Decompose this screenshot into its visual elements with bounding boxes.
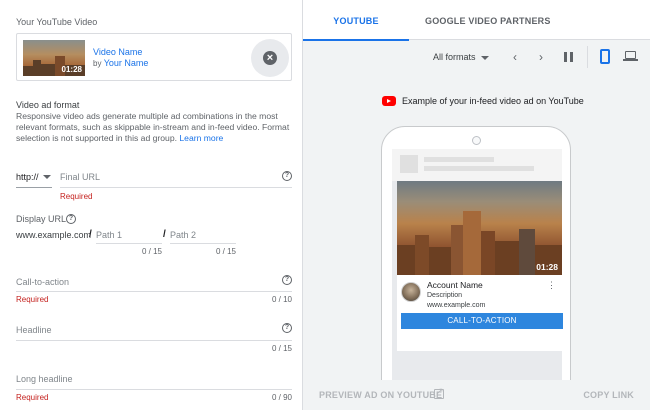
preview-caption: Example of your in-feed video ad on YouT… [402, 96, 584, 106]
next-button[interactable]: › [534, 50, 548, 64]
tab-google-video-partners[interactable]: GOOGLE VIDEO PARTNERS [425, 0, 551, 40]
chevron-down-icon [480, 55, 489, 60]
ad-form-panel: Your YouTube Video 01:28 Video Name by Y… [0, 0, 302, 410]
video-channel: by Your Name [93, 58, 148, 68]
placeholder-line [424, 166, 534, 171]
preview-duration: 01:28 [536, 262, 558, 272]
placeholder-thumb [400, 155, 418, 173]
format-select-value: All formats [433, 52, 476, 62]
account-url: www.example.com [427, 302, 486, 309]
video-name-link[interactable]: Video Name [93, 47, 142, 57]
avatar [401, 282, 421, 302]
long-headline-underline [16, 389, 292, 390]
phone-camera [472, 136, 481, 145]
video-by-prefix: by [93, 59, 102, 68]
open-in-new-icon [434, 386, 444, 399]
channel-name-link[interactable]: Your Name [104, 58, 149, 68]
ad-info: Account Name Description www.example.com… [397, 275, 563, 351]
account-name: Account Name [427, 280, 483, 290]
account-description: Description [427, 292, 463, 299]
selected-video-card: 01:28 Video Name by Your Name × [16, 33, 292, 81]
call-to-action-counter: 0 / 10 [271, 295, 292, 304]
display-url-domain: www.example.com [16, 230, 92, 240]
mobile-device-icon[interactable] [600, 49, 610, 64]
protocol-value: http:// [16, 172, 39, 182]
long-headline-counter: 0 / 90 [271, 393, 292, 402]
video-ad-format-description: Responsive video ads generate multiple a… [16, 111, 298, 144]
path2-underline [170, 243, 236, 244]
video-ad-format-title: Video ad format [16, 100, 80, 110]
youtube-logo-icon [382, 96, 396, 106]
headline-underline [16, 340, 292, 341]
pause-icon[interactable] [564, 52, 573, 62]
chevron-down-icon [43, 175, 51, 179]
placeholder-line [424, 157, 494, 162]
tab-youtube-label: YOUTUBE [333, 16, 379, 26]
thumbnail-duration: 01:28 [61, 65, 82, 74]
path-separator: / [163, 229, 166, 240]
preview-video[interactable]: 01:28 [397, 181, 562, 275]
tab-youtube[interactable]: YOUTUBE [303, 0, 409, 41]
preview-on-youtube-link[interactable]: PREVIEW AD ON YOUTUBE [319, 390, 442, 400]
learn-more-link[interactable]: Learn more [179, 133, 223, 143]
long-headline-input[interactable]: Long headline [16, 374, 73, 384]
long-headline-required: Required [16, 393, 49, 402]
protocol-underline [16, 187, 52, 188]
previous-button[interactable]: ‹ [508, 50, 522, 64]
help-icon[interactable]: ? [282, 323, 292, 333]
phone-mockup: 01:28 Account Name Description www.examp… [381, 126, 571, 410]
remove-video-button[interactable]: × [251, 39, 289, 77]
toolbar-separator [587, 46, 588, 68]
path-separator: / [89, 229, 92, 240]
format-description-text: Responsive video ads generate multiple a… [16, 111, 290, 143]
call-to-action-required: Required [16, 295, 49, 304]
desktop-device-icon[interactable] [623, 51, 638, 61]
close-icon: × [263, 51, 277, 65]
path1-underline [96, 243, 162, 244]
headline-input[interactable]: Headline [16, 325, 52, 335]
headline-counter: 0 / 15 [271, 344, 292, 353]
video-section-title: Your YouTube Video [16, 17, 98, 27]
active-tab-indicator [303, 39, 409, 41]
final-url-underline [60, 187, 292, 188]
help-icon[interactable]: ? [282, 171, 292, 181]
help-icon[interactable]: ? [66, 214, 76, 224]
path2-input[interactable]: Path 2 [170, 230, 196, 240]
protocol-select[interactable]: http:// [16, 172, 52, 186]
call-to-action-input[interactable]: Call-to-action [16, 277, 69, 287]
copy-link-button[interactable]: COPY LINK [583, 390, 634, 400]
display-url-label: Display URL [16, 214, 67, 224]
more-options-icon[interactable]: ⋮ [547, 281, 556, 290]
preview-tabs: YOUTUBE GOOGLE VIDEO PARTNERS [303, 0, 650, 41]
ad-preview-panel: YOUTUBE GOOGLE VIDEO PARTNERS All format… [303, 0, 650, 410]
final-url-input[interactable]: Final URL [60, 172, 100, 182]
call-to-action-underline [16, 291, 292, 292]
path2-counter: 0 / 15 [215, 247, 236, 256]
final-url-required: Required [60, 192, 93, 201]
phone-screen: 01:28 Account Name Description www.examp… [392, 149, 563, 389]
help-icon[interactable]: ? [282, 275, 292, 285]
path1-input[interactable]: Path 1 [96, 230, 122, 240]
call-to-action-button[interactable]: CALL-TO-ACTION [401, 313, 563, 329]
format-select[interactable]: All formats [433, 52, 489, 62]
video-thumbnail: 01:28 [23, 40, 85, 76]
path1-counter: 0 / 15 [141, 247, 162, 256]
